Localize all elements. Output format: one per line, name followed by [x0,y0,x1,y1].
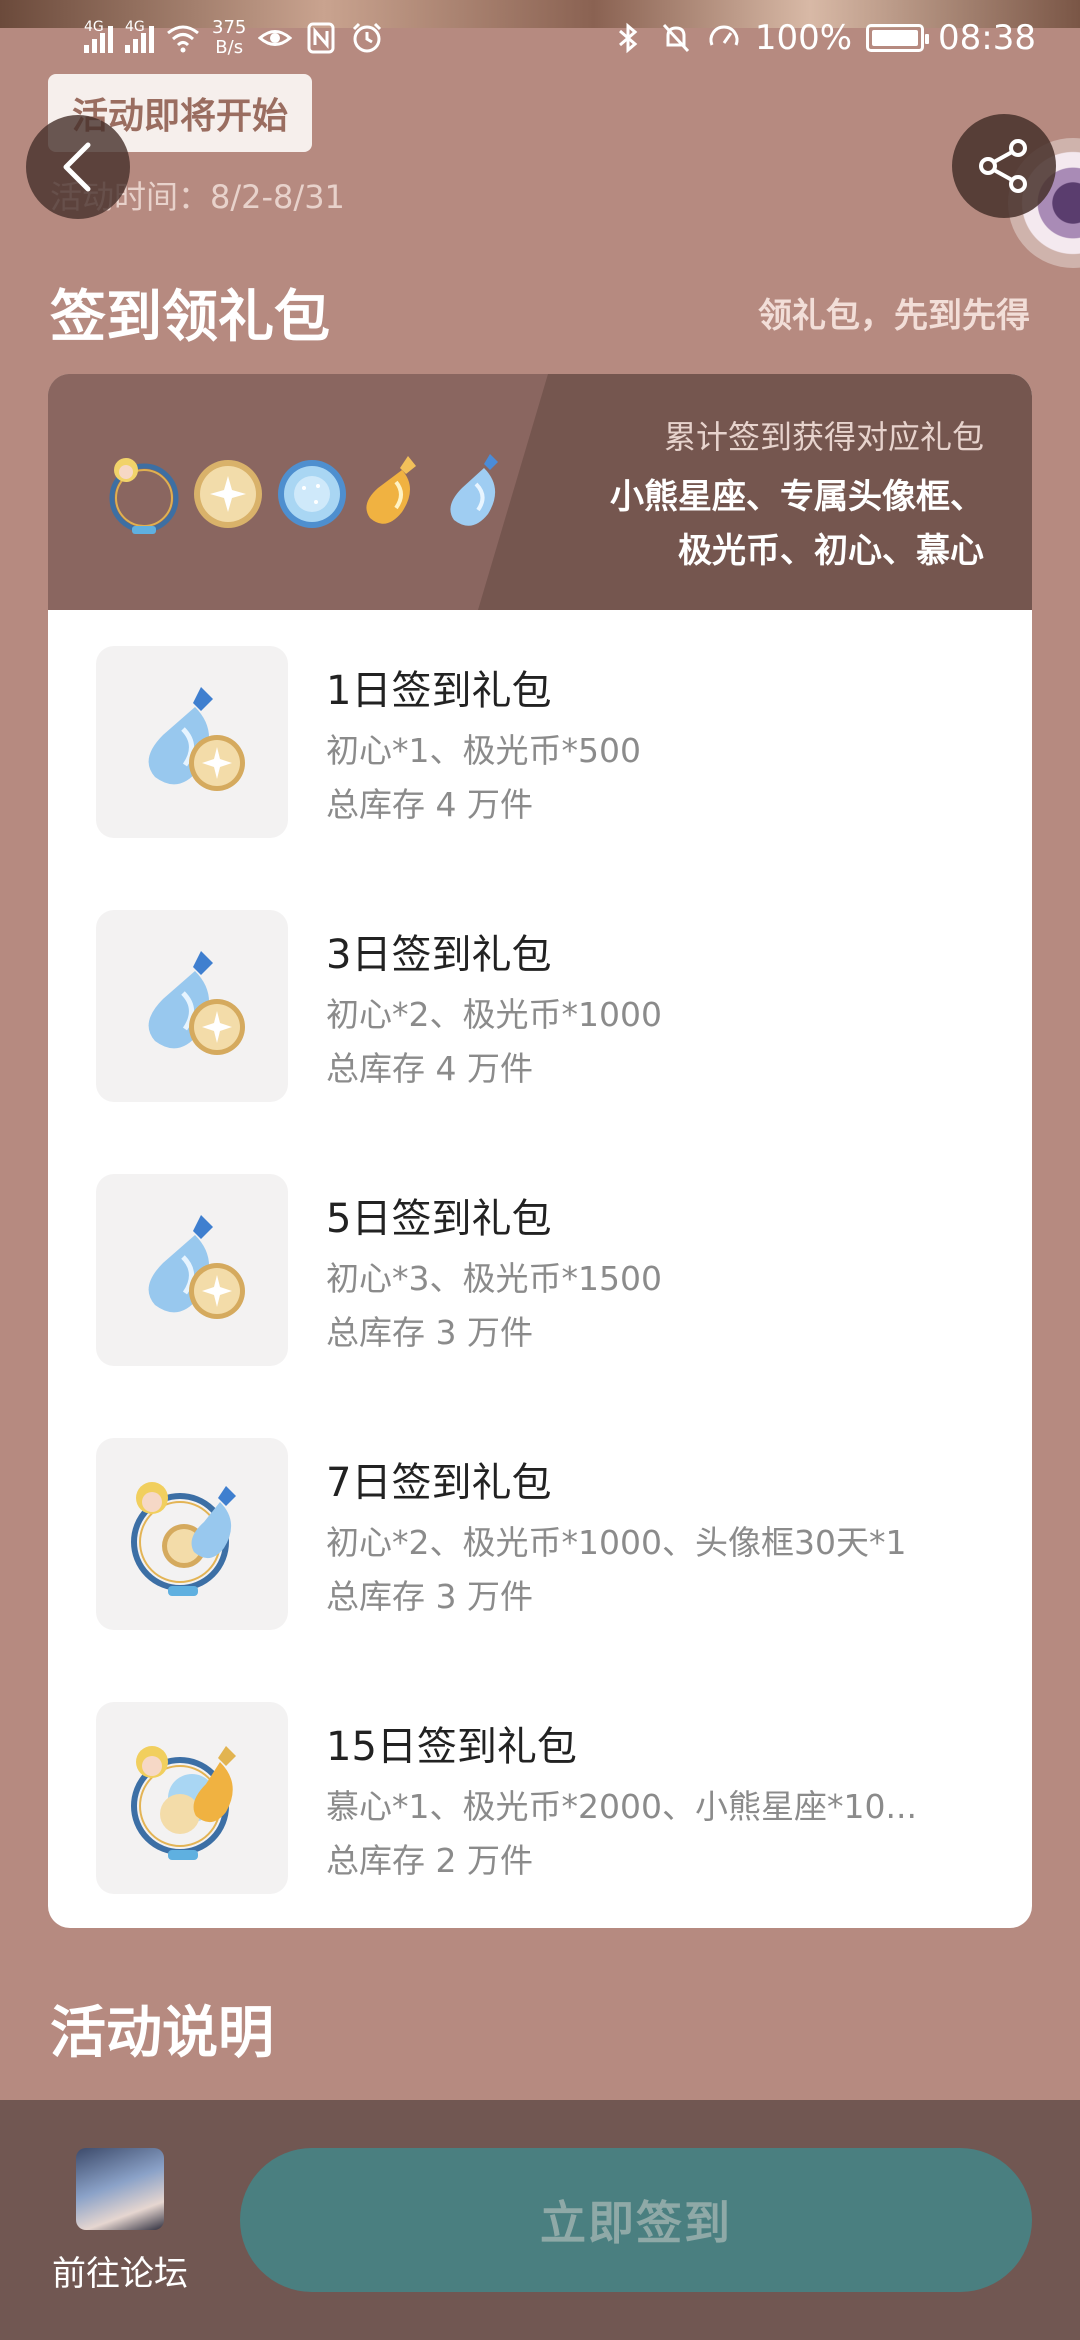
checkin-section-title: 签到领礼包 [50,285,330,350]
signal-icon-2: 4G [125,19,154,53]
gift-description: 初心*2、极光币*1000、头像框30天*1 [326,1523,907,1562]
gift-item-day1[interactable]: 1日签到礼包 初心*1、极光币*500 总库存 4 万件 [48,610,1032,874]
gift-thumbnail [96,1174,288,1366]
gift-stock: 总库存 3 万件 [326,1313,533,1352]
page: 4G 4G 375 B/s 100% 08:38 活动即将开始 活动时间：8/2… [0,0,1080,2340]
reward-icons [104,448,520,540]
eye-icon [258,30,293,46]
gift-stock: 总库存 4 万件 [326,1049,533,1088]
battery-percent: 100% [754,18,853,58]
avatar-frame-icon [109,458,179,534]
potion-coin-icon [148,687,245,791]
checkin-button[interactable]: 立即签到 [240,2148,1032,2292]
net-speed: 375 B/s [212,18,246,58]
wifi-icon [167,25,199,53]
forum-avatar [76,2148,164,2230]
frame-coin-potion-icon [131,1482,236,1596]
checkin-section-subtitle: 领礼包，先到先得 [758,296,1030,336]
mute-bell-icon [662,23,689,53]
gift-thumbnail [96,1438,288,1630]
gift-name: 15日签到礼包 [326,1724,577,1770]
aurora-coin-icon [194,460,262,528]
gift-description: 初心*1、极光币*500 [326,731,641,770]
card-header-line3: 极光币、初心、慕心 [678,531,984,571]
bear-constellation-icon [278,460,346,528]
nfc-icon [307,22,335,54]
potion-coin-icon [148,1215,245,1319]
net-speed-unit: B/s [215,37,244,58]
status-bar: 4G 4G 375 B/s 100% 08:38 [0,0,1080,80]
status-left: 4G 4G 375 B/s [84,18,384,58]
gift-list: 1日签到礼包 初心*1、极光币*500 总库存 4 万件 3日签到礼包 初心*2… [48,610,1032,1928]
gift-name: 7日签到礼包 [326,1460,552,1506]
share-button[interactable] [952,114,1056,218]
speedometer-icon [709,25,739,46]
gift-name: 1日签到礼包 [326,668,552,714]
gift-item-day15[interactable]: 15日签到礼包 慕心*1、极光币*2000、小熊星座*10... 总库存 2 万… [48,1666,1032,1928]
chuxin-potion-icon [450,454,498,526]
battery-icon [866,24,930,52]
signal-icon-1: 4G [84,19,113,53]
bluetooth-icon [618,22,638,54]
gift-thumbnail [96,1702,288,1894]
back-button[interactable] [26,115,130,219]
gift-item-day3[interactable]: 3日签到礼包 初心*2、极光币*1000 总库存 4 万件 [48,874,1032,1138]
gift-thumbnail [96,910,288,1102]
gift-name: 3日签到礼包 [326,932,552,978]
gift-stock: 总库存 3 万件 [326,1577,533,1616]
forum-button[interactable]: 前往论坛 [40,2148,200,2298]
card-header-line2: 小熊星座、专属头像框、 [610,477,984,517]
chevron-left-icon [63,142,91,192]
description-section-title: 活动说明 [50,2001,274,2066]
card-header-text: 累计签到获得对应礼包 小熊星座、专属头像框、 极光币、初心、慕心 [610,412,984,578]
forum-label: 前往论坛 [52,2254,188,2294]
gift-description: 初心*2、极光币*1000 [326,995,662,1034]
gift-description: 慕心*1、极光币*2000、小熊星座*10... [326,1787,917,1826]
gift-item-day5[interactable]: 5日签到礼包 初心*3、极光币*1500 总库存 3 万件 [48,1138,1032,1402]
net-speed-value: 375 [212,17,247,38]
gift-stock: 总库存 4 万件 [326,785,533,824]
gift-thumbnail [96,646,288,838]
card-header-line1: 累计签到获得对应礼包 [663,418,984,456]
gift-name: 5日签到礼包 [326,1196,552,1242]
bottom-action-bar: 前往论坛 立即签到 [0,2100,1080,2340]
status-right: 100% 08:38 [611,18,1036,58]
gift-item-day7[interactable]: 7日签到礼包 初心*2、极光币*1000、头像框30天*1 总库存 3 万件 [48,1402,1032,1666]
potion-coin-icon [148,951,245,1055]
gift-card: 累计签到获得对应礼包 小熊星座、专属头像框、 极光币、初心、慕心 1日签到礼包 … [48,374,1032,1928]
muxin-potion-icon [366,456,416,524]
share-icon [979,139,1027,193]
network-label-1: 4G [84,19,104,35]
frame-bear-potion-icon [131,1746,236,1860]
gift-description: 初心*3、极光币*1500 [326,1259,662,1298]
gift-stock: 总库存 2 万件 [326,1841,533,1880]
card-header: 累计签到获得对应礼包 小熊星座、专属头像框、 极光币、初心、慕心 [48,374,1032,610]
network-label-2: 4G [125,19,145,35]
alarm-icon [353,22,382,53]
clock-time: 08:38 [938,18,1036,58]
